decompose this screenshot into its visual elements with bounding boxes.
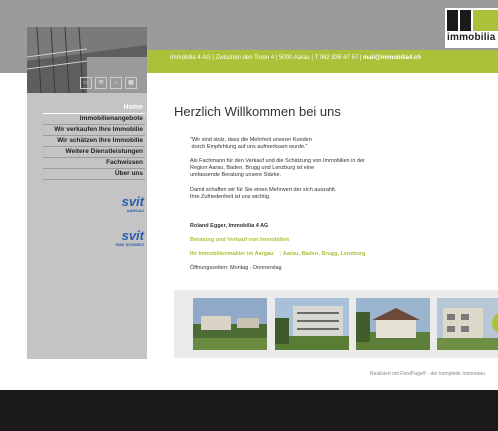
footer-credit[interactable]: Realisiert mit FlexiPage® - der komplett… <box>370 371 485 377</box>
home-icon[interactable]: ⌂ <box>110 77 122 89</box>
opening-hours: Öffnungszeiten: Montag - Donnerstag <box>190 265 282 271</box>
nav-item-dienstleistungen[interactable]: Weitere Dienstleistungen <box>43 147 145 158</box>
logo-block-2 <box>460 10 471 31</box>
intro-paragraph: Als Fachmann für den Verkauf und die Sch… <box>190 158 365 178</box>
value-paragraph: Damit schaffen wir für Sie einen Mehrwer… <box>190 187 337 200</box>
main-nav: Home Immobilienangebote Wir verkaufen Ih… <box>43 103 145 180</box>
info-bar <box>147 50 498 73</box>
svit-region: SMK SCHWEIZ <box>115 242 144 247</box>
logo-block-3 <box>473 10 498 31</box>
svit-region: AARGAU <box>126 208 144 213</box>
tagline-region: Ihr Immobilienmakler im Aargau : Aarau, … <box>190 251 366 257</box>
nav-item-immobilienangebote[interactable]: Immobilienangebote <box>43 114 145 125</box>
utility-icons: ▭ ✉ ⌂ ▦ <box>80 77 137 89</box>
nav-item-fachwissen[interactable]: Fachwissen <box>43 158 145 169</box>
print-icon[interactable]: ▭ <box>80 77 92 89</box>
nav-item-schaetzen[interactable]: Wir schätzen Ihre Immobilie <box>43 136 145 147</box>
logo[interactable]: immobilia <box>447 32 495 43</box>
svit-aargau-badge[interactable]: svit AARGAU <box>108 194 144 213</box>
svit-smk-badge[interactable]: svit SMK SCHWEIZ <box>108 228 144 247</box>
tagline-service: Beratung und Verkauf von Immobilien <box>190 237 290 243</box>
property-photo[interactable] <box>275 298 349 350</box>
contact-text: Immobilia 4 AG | Zwischen den Toren 4 | … <box>170 55 362 61</box>
mail-icon[interactable]: ✉ <box>95 77 107 89</box>
quote-text: "Wir sind stolz, dass die Mehrheit unser… <box>190 137 312 150</box>
nav-item-ueber-uns[interactable]: Über uns <box>43 169 145 180</box>
svit-logo-text: svit <box>121 228 144 243</box>
nav-item-verkaufen[interactable]: Wir verkaufen Ihre Immobilie <box>43 125 145 136</box>
contact-info: Immobilia 4 AG | Zwischen den Toren 4 | … <box>170 55 421 61</box>
property-photo[interactable] <box>193 298 267 350</box>
nav-item-home[interactable]: Home <box>43 103 145 114</box>
logo-block-1 <box>447 10 458 31</box>
page-title: Herzlich Willkommen bei uns <box>174 104 341 119</box>
property-photo[interactable] <box>437 298 498 350</box>
svit-logo-text: svit <box>121 194 144 209</box>
email-link[interactable]: mail@immobilia4.ch <box>363 55 421 61</box>
signature: Roland Egger, Immobilia 4 AG <box>190 223 269 229</box>
bottom-bar <box>0 390 498 431</box>
sitemap-icon[interactable]: ▦ <box>125 77 137 89</box>
property-photo[interactable] <box>356 298 430 350</box>
